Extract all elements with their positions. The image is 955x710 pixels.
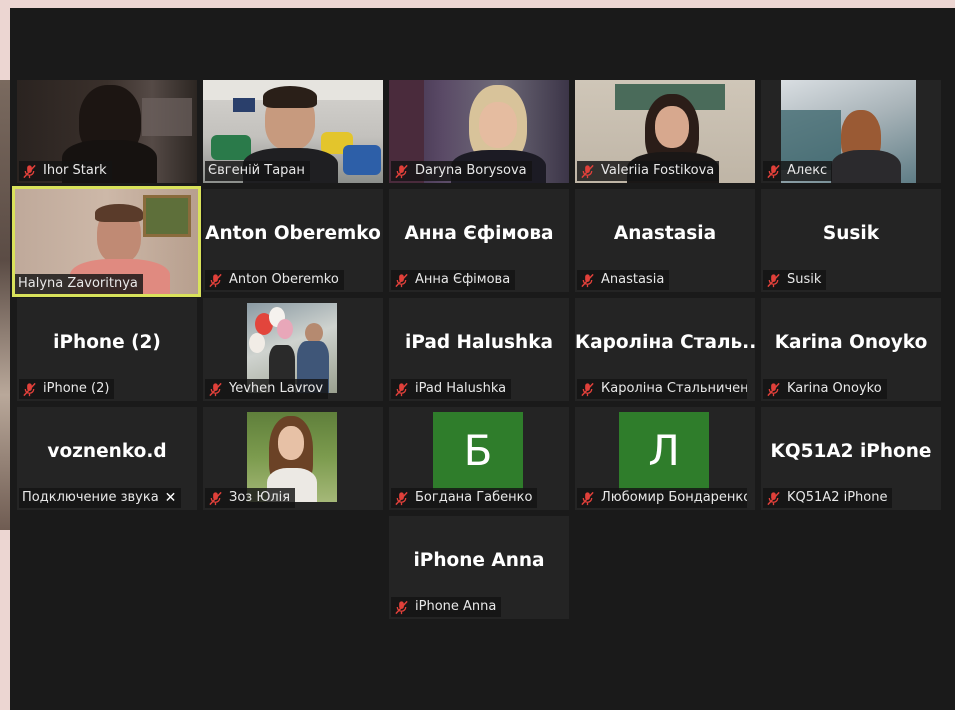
- participant-name-label: Anton Oberemko: [205, 270, 344, 290]
- mic-muted-icon: [581, 273, 594, 287]
- participant-tile-yevhenii-taran[interactable]: Євгеній Таран: [203, 80, 383, 183]
- mic-muted-icon: [395, 273, 408, 287]
- participant-name-label: Богдана Габенко: [391, 488, 538, 508]
- participant-display-name: iPad Halushka: [404, 332, 554, 353]
- avatar: Л: [619, 412, 709, 490]
- participant-tile-daryna-borysova[interactable]: Daryna Borysova: [389, 80, 569, 183]
- participant-name-label: Євгеній Таран: [205, 161, 310, 181]
- participant-name-label: Любомир Бондаренко: [577, 488, 747, 508]
- participant-display-name: voznenko.d: [47, 441, 167, 462]
- participant-name-label: Yevhen Lavrov: [205, 379, 329, 399]
- participant-name-label: Anastasia: [577, 270, 670, 290]
- participant-display-name: iPhone Anna: [413, 550, 545, 571]
- mic-muted-icon: [23, 164, 36, 178]
- mic-muted-icon: [395, 600, 408, 614]
- participant-tile-susik[interactable]: Susik Susik: [761, 189, 941, 292]
- participant-display-name: KQ51A2 iPhone: [770, 441, 932, 462]
- mic-muted-icon: [209, 273, 222, 287]
- mic-muted-icon: [581, 491, 594, 505]
- participant-tile-anton-oberemko[interactable]: Anton Oberemko Anton Oberemko: [203, 189, 383, 292]
- mic-muted-icon: [395, 491, 408, 505]
- participant-tile-ihor-stark[interactable]: Ihor Stark: [17, 80, 197, 183]
- mic-muted-icon: [395, 164, 408, 178]
- participant-display-name: iPhone (2): [53, 332, 161, 353]
- mic-muted-icon: [209, 382, 222, 396]
- participant-display-name: Anastasia: [613, 223, 717, 244]
- mic-muted-icon: [209, 491, 222, 505]
- participant-name-label: Daryna Borysova: [391, 161, 532, 181]
- participant-name-label: Анна Єфімова: [391, 270, 516, 290]
- participant-tile-voznenko-d[interactable]: voznenko.d Подключение звука ✕: [17, 407, 197, 510]
- participant-tile-valeriia-fostikova[interactable]: Valeriia Fostikova: [575, 80, 755, 183]
- participant-tile-halyna-zavoritnya[interactable]: Halyna Zavoritnya: [12, 186, 201, 297]
- mic-muted-icon: [767, 382, 780, 396]
- participant-name-label: iPhone (2): [19, 379, 115, 399]
- participant-name-label: Valeriia Fostikova: [577, 161, 720, 181]
- participant-name-label: Susik: [763, 270, 827, 290]
- mic-muted-icon: [395, 382, 408, 396]
- participant-tile-aleks[interactable]: Алекс: [761, 80, 941, 183]
- participant-tile-iphone-anna[interactable]: iPhone Anna iPhone Anna: [389, 516, 569, 619]
- participant-tile-kq51a2-iphone[interactable]: KQ51A2 iPhone KQ51A2 iPhone: [761, 407, 941, 510]
- participant-tile-liubomyr-bondarenko[interactable]: Л Любомир Бондаренко: [575, 407, 755, 510]
- participant-name-label: Подключение звука ✕: [19, 488, 182, 508]
- video-gallery-window: Ihor Stark Євгеній Таран Daryna Borysova: [10, 8, 955, 710]
- participant-name-label: iPad Halushka: [391, 379, 512, 399]
- participant-tile-zoz-yulia[interactable]: Зоз Юлія: [203, 407, 383, 510]
- participant-name-label: Halyna Zavoritnya: [15, 274, 143, 294]
- participant-tile-anastasia[interactable]: Anastasia Anastasia: [575, 189, 755, 292]
- participant-tile-ipad-halushka[interactable]: iPad Halushka iPad Halushka: [389, 298, 569, 401]
- mic-muted-icon: [767, 491, 780, 505]
- participant-name-label: Karina Onoyko: [763, 379, 887, 399]
- avatar: Б: [433, 412, 523, 490]
- participant-tile-bohdana-habenko[interactable]: Б Богдана Габенко: [389, 407, 569, 510]
- participant-display-name: Anton Oberemko: [205, 223, 381, 244]
- participant-tile-karina-onoyko[interactable]: Karina Onoyko Karina Onoyko: [761, 298, 941, 401]
- participant-name-label: KQ51A2 iPhone: [763, 488, 893, 508]
- mic-muted-icon: [581, 164, 594, 178]
- close-icon[interactable]: ✕: [165, 488, 177, 508]
- participant-name-label: Алекс: [763, 161, 833, 181]
- mic-muted-icon: [23, 382, 36, 396]
- participant-tile-anna-efimova[interactable]: Анна Єфімова Анна Єфімова: [389, 189, 569, 292]
- participant-name-label: Зоз Юлія: [205, 488, 296, 508]
- mic-muted-icon: [767, 273, 780, 287]
- participant-tile-karolina-stalnychenko[interactable]: Кароліна Сталь... Кароліна Стальничен...: [575, 298, 755, 401]
- participant-name-label: Кароліна Стальничен...: [577, 379, 747, 399]
- mic-muted-icon: [581, 382, 594, 396]
- participant-name-label: iPhone Anna: [391, 597, 502, 617]
- participant-display-name: Susik: [822, 223, 880, 244]
- mic-muted-icon: [767, 164, 780, 178]
- participant-display-name: Karina Onoyko: [774, 332, 928, 353]
- participant-tile-yevhen-lavrov[interactable]: Yevhen Lavrov: [203, 298, 383, 401]
- participant-display-name: Кароліна Сталь...: [575, 332, 755, 353]
- participant-tile-iphone-2[interactable]: iPhone (2) iPhone (2): [17, 298, 197, 401]
- participant-display-name: Анна Єфімова: [404, 223, 554, 244]
- participant-name-label: Ihor Stark: [19, 161, 112, 181]
